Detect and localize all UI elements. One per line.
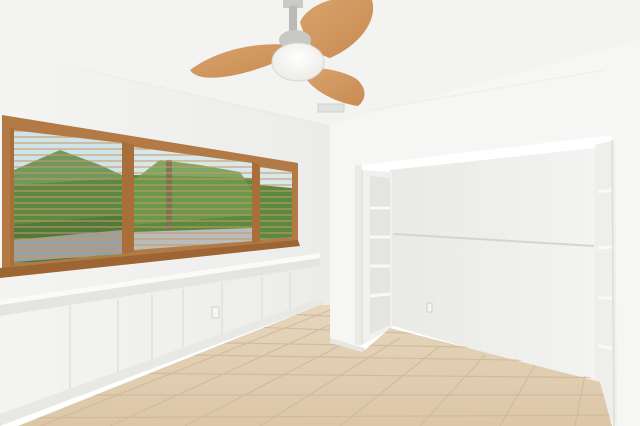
window-middle — [134, 147, 252, 250]
closet-outlet — [426, 302, 433, 313]
fan-downrod — [289, 6, 297, 32]
closet-shelves-left — [361, 170, 392, 345]
window-left — [10, 128, 122, 266]
wall-outlet — [211, 306, 220, 319]
room-illustration — [0, 0, 640, 426]
ceiling-vent — [317, 103, 345, 113]
room-photo — [0, 0, 640, 426]
fan-light-globe — [271, 42, 325, 82]
window-right — [260, 167, 292, 240]
